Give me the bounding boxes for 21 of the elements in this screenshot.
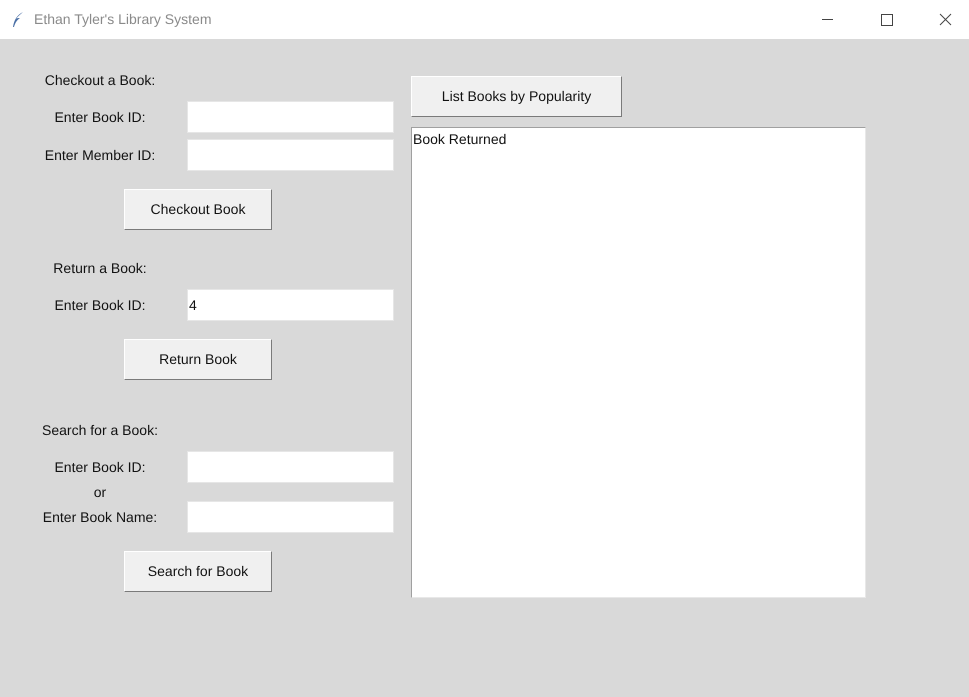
section-heading: Search for a Book: — [42, 421, 158, 440]
section-heading: Return a Book: — [53, 259, 147, 278]
output-line: Book Returned — [413, 130, 508, 148]
action-button[interactable]: Return Book — [124, 339, 272, 380]
field-label: Enter Book ID: — [54, 296, 146, 314]
list-books-button[interactable]: List Books by Popularity — [411, 76, 622, 117]
input-field[interactable] — [187, 139, 394, 171]
or-label: or — [94, 482, 106, 502]
input-field[interactable] — [187, 101, 394, 133]
field-label: Enter Member ID: — [44, 146, 156, 164]
section-heading: Checkout a Book: — [44, 71, 156, 90]
input-field[interactable] — [187, 451, 394, 483]
field-label: Enter Book ID: — [54, 108, 146, 126]
field-label: Enter Book ID: — [54, 458, 146, 476]
action-button[interactable]: Search for Book — [124, 551, 272, 592]
field-label: Enter Book Name: — [42, 508, 158, 526]
window-title: Ethan Tyler's Library System — [34, 10, 212, 29]
input-field[interactable] — [187, 501, 394, 533]
action-button[interactable]: Checkout Book — [124, 189, 272, 230]
input-field[interactable]: 4 — [187, 289, 394, 321]
feather-icon — [12, 12, 24, 28]
